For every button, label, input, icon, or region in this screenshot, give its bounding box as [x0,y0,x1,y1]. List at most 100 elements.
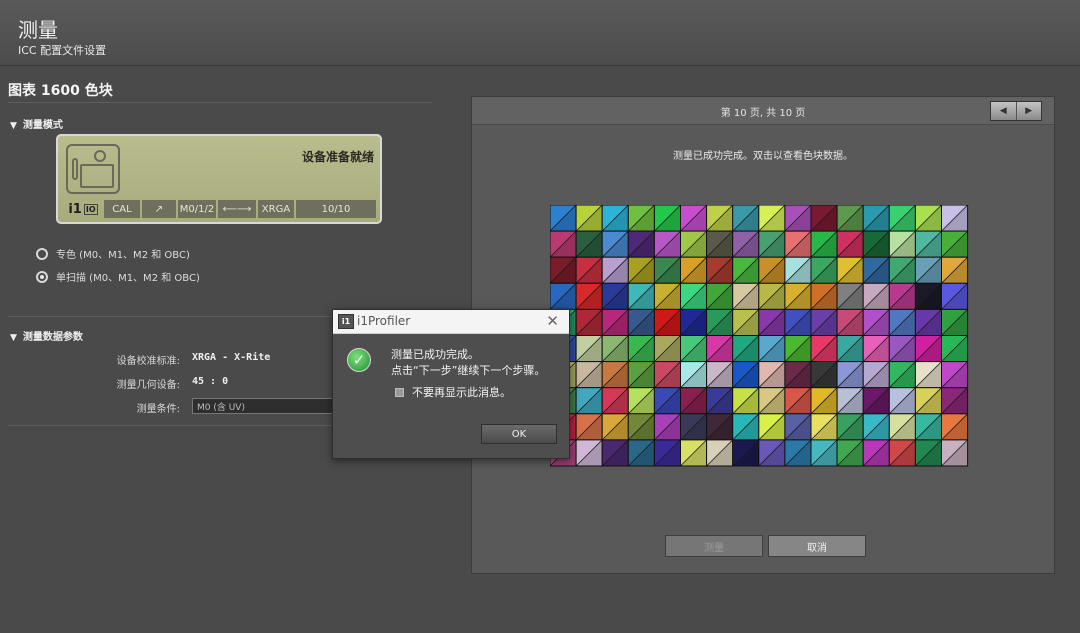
color-patch[interactable] [627,413,655,441]
cancel-button[interactable]: 取消 [768,535,866,557]
color-patch[interactable] [732,230,760,258]
color-patch[interactable] [706,361,734,389]
color-patch[interactable] [888,387,916,415]
color-patch[interactable] [706,335,734,363]
color-patch[interactable] [810,308,838,337]
color-patch[interactable] [732,361,760,389]
color-patch[interactable] [836,361,864,389]
color-patch[interactable] [627,308,655,337]
color-patch[interactable] [627,282,655,310]
color-patch[interactable] [941,205,969,232]
color-patch[interactable] [862,256,890,284]
color-patch[interactable] [732,205,760,232]
color-patch[interactable] [627,335,655,363]
color-patch[interactable] [627,205,655,232]
color-patch[interactable] [810,387,838,415]
color-patch[interactable] [575,387,603,415]
color-patch[interactable] [680,335,708,363]
color-patch[interactable] [862,335,890,363]
color-patch[interactable] [653,361,682,389]
color-patch[interactable] [706,230,734,258]
color-patch[interactable] [627,439,655,467]
color-patch[interactable] [862,230,890,258]
color-patch[interactable] [653,308,682,337]
color-patch[interactable] [653,413,682,441]
color-patch[interactable] [601,230,629,258]
color-patch[interactable] [862,308,890,337]
color-patch[interactable] [550,230,577,258]
color-patch[interactable] [836,413,864,441]
color-patch[interactable] [941,387,969,415]
color-patch[interactable] [680,361,708,389]
color-patch[interactable] [888,205,916,232]
color-patch[interactable] [627,387,655,415]
color-patch[interactable] [732,439,760,467]
color-patch[interactable] [862,413,890,441]
color-patch[interactable] [680,205,708,232]
color-patch[interactable] [680,256,708,284]
color-patch[interactable] [888,439,916,467]
color-patch[interactable] [914,361,942,389]
color-patch[interactable] [758,387,786,415]
color-patch[interactable] [758,413,786,441]
color-patch[interactable] [732,413,760,441]
next-page-icon[interactable]: ▶ [1015,102,1041,120]
color-patch[interactable] [758,205,786,232]
color-patch[interactable] [653,205,682,232]
radio-button[interactable] [36,247,48,260]
color-patch[interactable] [914,256,942,284]
color-patch[interactable] [601,387,629,415]
dialog-titlebar[interactable]: i1 i1Profiler ✕ [333,310,569,334]
radio-single-scan[interactable]: 单扫描 (M0、M1、M2 和 OBC) [36,269,200,284]
color-patch[interactable] [914,439,942,467]
color-patch[interactable] [810,205,838,232]
color-patch[interactable] [888,361,916,389]
color-patch[interactable] [941,335,969,363]
color-patch[interactable] [706,308,734,337]
dont-show-again-checkbox[interactable]: 不要再显示此消息。 [395,384,511,400]
color-patch[interactable] [888,230,916,258]
color-patch[interactable] [627,361,655,389]
color-patch[interactable] [601,361,629,389]
color-patch[interactable] [810,256,838,284]
color-patch[interactable] [653,335,682,363]
color-patch[interactable] [836,387,864,415]
color-patch[interactable] [810,335,838,363]
color-patch[interactable] [888,335,916,363]
color-patch[interactable] [732,335,760,363]
color-patch[interactable] [914,282,942,310]
color-patch[interactable] [914,230,942,258]
color-patch[interactable] [941,439,969,467]
color-patch[interactable] [758,256,786,284]
color-patch[interactable] [706,282,734,310]
color-patch[interactable] [732,387,760,415]
color-patch[interactable] [758,439,786,467]
color-patch[interactable] [836,335,864,363]
color-patch[interactable] [784,439,812,467]
color-patch[interactable] [941,230,969,258]
color-patch[interactable] [653,230,682,258]
color-patch[interactable] [601,205,629,232]
color-patch[interactable] [732,308,760,337]
color-patch[interactable] [653,439,682,467]
color-patch[interactable] [862,439,890,467]
checkbox[interactable] [395,387,404,397]
color-patch[interactable] [862,205,890,232]
color-patch-grid[interactable] [550,205,970,469]
color-patch[interactable] [810,282,838,310]
color-patch[interactable] [810,230,838,258]
color-patch[interactable] [836,205,864,232]
color-patch[interactable] [732,282,760,310]
color-patch[interactable] [758,282,786,310]
color-patch[interactable] [575,282,603,310]
color-patch[interactable] [836,439,864,467]
color-patch[interactable] [575,439,603,467]
color-patch[interactable] [575,256,603,284]
color-patch[interactable] [732,256,760,284]
color-patch[interactable] [941,256,969,284]
color-patch[interactable] [888,256,916,284]
color-patch[interactable] [680,282,708,310]
section-measure-params[interactable]: ▼ 测量数据参数 [10,328,83,343]
color-patch[interactable] [680,439,708,467]
color-patch[interactable] [784,387,812,415]
